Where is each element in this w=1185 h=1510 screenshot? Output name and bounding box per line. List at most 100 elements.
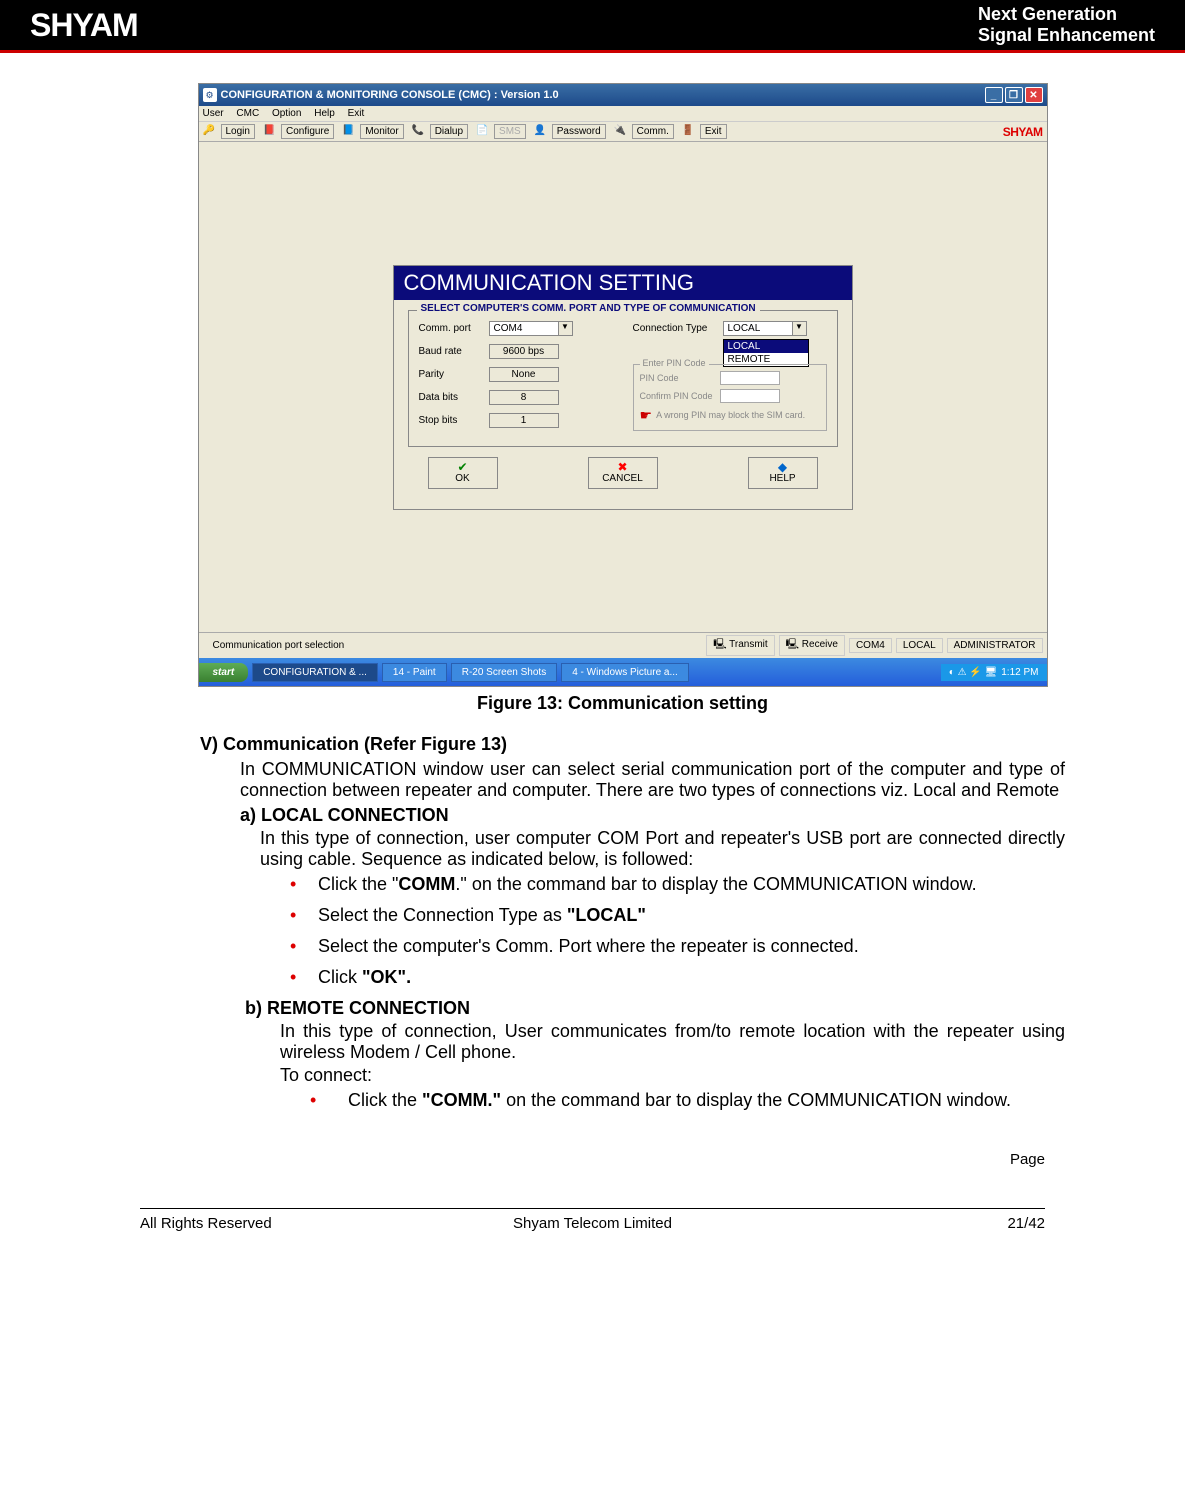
conn-type-value[interactable]: LOCAL xyxy=(723,321,793,336)
bullet-a1: Click the "COMM." on the command bar to … xyxy=(290,874,1065,895)
taskbar-item-3[interactable]: R-20 Screen Shots xyxy=(451,663,558,682)
form-left-column: Comm. port COM4 ▼ Baud rate 9600 bps xyxy=(419,321,613,436)
page-content: ⚙ CONFIGURATION & MONITORING CONSOLE (CM… xyxy=(0,53,1185,1151)
dialog-body: SELECT COMPUTER'S COMM. PORT AND TYPE OF… xyxy=(394,300,852,509)
app-window: ⚙ CONFIGURATION & MONITORING CONSOLE (CM… xyxy=(198,83,1048,687)
dialog-button-row: ✔ OK ✖ CANCEL ◆ HELP xyxy=(408,447,838,499)
toolbar-login[interactable]: 🔑 Login xyxy=(203,124,255,139)
dialup-button[interactable]: Dialup xyxy=(430,124,468,139)
heading-a: a) LOCAL CONNECTION xyxy=(240,805,1105,826)
heading-b: b) REMOTE CONNECTION xyxy=(245,998,1105,1019)
menu-option[interactable]: Option xyxy=(272,108,301,119)
comm-port-row: Comm. port COM4 ▼ xyxy=(419,321,613,336)
statusbar: Communication port selection 🖳 Transmit … xyxy=(199,632,1047,658)
toolbar-password[interactable]: 👤 Password xyxy=(534,124,606,139)
pin-groupbox: Enter PIN Code PIN Code Confirm PIN Code xyxy=(633,364,827,431)
menubar: User CMC Option Help Exit xyxy=(199,106,1047,122)
comm-groupbox: SELECT COMPUTER'S COMM. PORT AND TYPE OF… xyxy=(408,310,838,447)
check-icon: ✔ xyxy=(457,461,467,473)
taskbar-item-2[interactable]: 14 - Paint xyxy=(382,663,447,682)
banner-tagline: Next Generation Signal Enhancement xyxy=(978,4,1155,46)
main-workspace: COMMUNICATION SETTING SELECT COMPUTER'S … xyxy=(199,142,1047,632)
para-b1: In this type of connection, User communi… xyxy=(280,1021,1065,1063)
bullet-b1: Click the "COMM." on the command bar to … xyxy=(310,1090,1065,1111)
clock: 1:12 PM xyxy=(1001,667,1038,678)
login-button[interactable]: Login xyxy=(221,124,255,139)
toolbar-monitor[interactable]: 📘 Monitor xyxy=(342,124,403,139)
groupbox-title: SELECT COMPUTER'S COMM. PORT AND TYPE OF… xyxy=(417,303,760,314)
receive-icon: 🖳 xyxy=(786,639,802,650)
key-icon: 🔑 xyxy=(203,125,217,139)
status-message: Communication port selection xyxy=(207,639,703,652)
baud-value: 9600 bps xyxy=(489,344,559,359)
cancel-button[interactable]: ✖ CANCEL xyxy=(588,457,658,489)
parity-value: None xyxy=(489,367,559,382)
exit-icon: 🚪 xyxy=(682,125,696,139)
chevron-down-icon[interactable]: ▼ xyxy=(793,321,807,336)
sms-button: SMS xyxy=(494,124,526,139)
sms-icon: 📄 xyxy=(476,125,490,139)
stopbits-row: Stop bits 1 xyxy=(419,413,613,428)
tagline-line2: Signal Enhancement xyxy=(978,25,1155,46)
transmit-icon: 🖳 xyxy=(713,639,729,650)
toolbar-dialup[interactable]: 📞 Dialup xyxy=(412,124,468,139)
comm-button[interactable]: Comm. xyxy=(632,124,674,139)
chevron-down-icon[interactable]: ▼ xyxy=(559,321,573,336)
minimize-button[interactable]: _ xyxy=(985,87,1003,103)
footer-left: All Rights Reserved xyxy=(140,1215,442,1232)
para-v: In COMMUNICATION window user can select … xyxy=(240,759,1065,801)
comm-port-label: Comm. port xyxy=(419,323,489,334)
menu-user[interactable]: User xyxy=(203,108,224,119)
toolbar: 🔑 Login 📕 Configure 📘 Monitor 📞 Dialup 📄… xyxy=(199,122,1047,142)
form-right-column: Connection Type LOCAL ▼ LOCAL REMOTE xyxy=(633,321,827,436)
conn-type-dropdown[interactable]: LOCAL REMOTE xyxy=(723,339,809,367)
toolbar-comm[interactable]: 🔌 Comm. xyxy=(614,124,674,139)
tagline-line1: Next Generation xyxy=(978,4,1155,25)
ok-button[interactable]: ✔ OK xyxy=(428,457,498,489)
status-user: ADMINISTRATOR xyxy=(947,638,1043,653)
conn-type-label: Connection Type xyxy=(633,323,723,334)
close-button[interactable]: ✕ xyxy=(1025,87,1043,103)
window-controls: _ ❐ ✕ xyxy=(985,87,1043,103)
comm-port-combo[interactable]: COM4 ▼ xyxy=(489,321,573,336)
conn-type-combo[interactable]: LOCAL ▼ xyxy=(723,321,807,336)
configure-icon: 📕 xyxy=(263,125,277,139)
toolbar-exit[interactable]: 🚪 Exit xyxy=(682,124,727,139)
configure-button[interactable]: Configure xyxy=(281,124,334,139)
para-a: In this type of connection, user compute… xyxy=(260,828,1065,870)
password-icon: 👤 xyxy=(534,125,548,139)
footer-center: Shyam Telecom Limited xyxy=(442,1215,744,1232)
system-tray[interactable]: ◐ ⚠ ⚡ 🖥 1:12 PM xyxy=(941,664,1047,681)
menu-help[interactable]: Help xyxy=(314,108,335,119)
menu-cmc[interactable]: CMC xyxy=(236,108,259,119)
monitor-button[interactable]: Monitor xyxy=(360,124,403,139)
conn-type-row: Connection Type LOCAL ▼ xyxy=(633,321,827,336)
start-button[interactable]: start xyxy=(199,663,249,682)
taskbar-item-1[interactable]: CONFIGURATION & ... xyxy=(252,663,378,682)
parity-row: Parity None xyxy=(419,367,613,382)
password-button[interactable]: Password xyxy=(552,124,606,139)
bullets-a: Click the "COMM." on the command bar to … xyxy=(290,874,1065,988)
footer-right: 21/42 xyxy=(743,1215,1045,1232)
help-button[interactable]: ◆ HELP xyxy=(748,457,818,489)
comm-port-value[interactable]: COM4 xyxy=(489,321,559,336)
databits-label: Data bits xyxy=(419,392,489,403)
baud-label: Baud rate xyxy=(419,346,489,357)
form-grid: Comm. port COM4 ▼ Baud rate 9600 bps xyxy=(419,321,827,436)
brand-logo: SHYAM xyxy=(30,7,978,44)
page-banner: SHYAM Next Generation Signal Enhancement xyxy=(0,0,1185,53)
exit-button[interactable]: Exit xyxy=(700,124,727,139)
confirm-pin-input[interactable] xyxy=(720,389,780,403)
communication-setting-dialog: COMMUNICATION SETTING SELECT COMPUTER'S … xyxy=(393,265,853,510)
menu-exit[interactable]: Exit xyxy=(348,108,365,119)
dropdown-option-local[interactable]: LOCAL xyxy=(724,340,808,353)
taskbar-item-4[interactable]: 4 - Windows Picture a... xyxy=(561,663,689,682)
toolbar-configure[interactable]: 📕 Configure xyxy=(263,124,334,139)
para-b2: To connect: xyxy=(280,1065,1065,1086)
maximize-button[interactable]: ❐ xyxy=(1005,87,1023,103)
toolbar-sms: 📄 SMS xyxy=(476,124,526,139)
pin-code-input[interactable] xyxy=(720,371,780,385)
help-label: HELP xyxy=(769,473,795,484)
confirm-pin-row: Confirm PIN Code xyxy=(640,389,820,403)
tray-icon: ◐ ⚠ ⚡ 🖥 xyxy=(949,667,998,678)
